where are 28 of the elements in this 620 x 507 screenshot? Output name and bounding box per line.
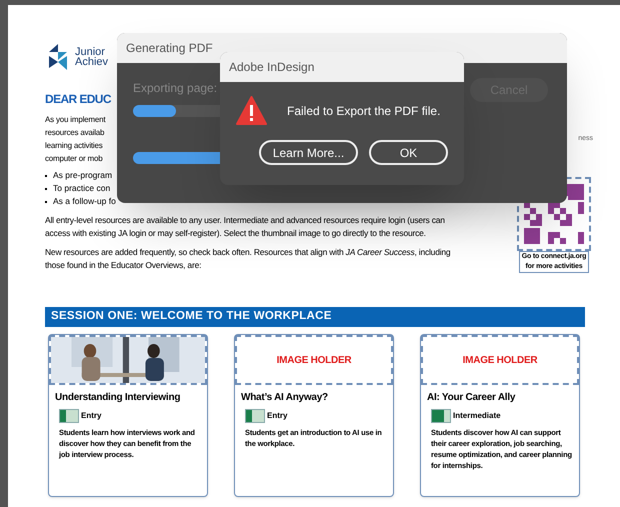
body-paragraph: New resources are added frequently, so check back often. Resources that align with JA Career Success, including those found in the Educator Overviews, are: <box>45 246 452 272</box>
session-title: SESSION ONE: WELCOME TO THE WORKPLACE <box>51 309 332 324</box>
dialog-button[interactable]: OK <box>369 140 448 165</box>
letter-heading: DEAR EDUC <box>45 91 111 107</box>
logo-text: Achiev <box>75 57 108 67</box>
bullet-text: To practice con <box>53 182 110 195</box>
image-placeholder-label: IMAGE HOLDER <box>276 354 352 368</box>
dialog-title: Generating PDF <box>126 40 213 57</box>
body-text: learning activities <box>45 140 103 152</box>
image-placeholder-label: IMAGE HOLDER <box>462 354 538 368</box>
level-label: Intermediate <box>453 410 501 422</box>
bullet-text: As a follow-up fo <box>53 195 116 208</box>
card-title: Understanding Interviewing <box>55 391 182 405</box>
card-title: AI: Your Career Ally <box>427 391 516 405</box>
card-title: What’s AI Anyway? <box>241 391 329 405</box>
progress-status: Exporting page: <box>133 80 218 97</box>
dialog-title: Adobe InDesign <box>229 59 314 76</box>
alert-message: Failed to Export the PDF file. <box>287 102 440 120</box>
warning-icon <box>236 96 267 125</box>
body-paragraph: All entry-level resources are available to any user. Intermediate and advanced resources require login (users can access with existing JA login or may self-register). Select the thumbnail image to go directly to the resource. <box>45 214 446 240</box>
logo-text: Junior <box>75 47 105 57</box>
body-text: As you implement <box>45 114 106 126</box>
dialog-button[interactable]: Learn More... <box>259 140 358 165</box>
body-text: computer or mob <box>45 153 102 165</box>
level-label: Entry <box>267 410 288 422</box>
level-label: Entry <box>81 410 102 422</box>
bullet-text: As pre-program <box>53 169 112 182</box>
body-text: resources availab <box>45 127 104 139</box>
